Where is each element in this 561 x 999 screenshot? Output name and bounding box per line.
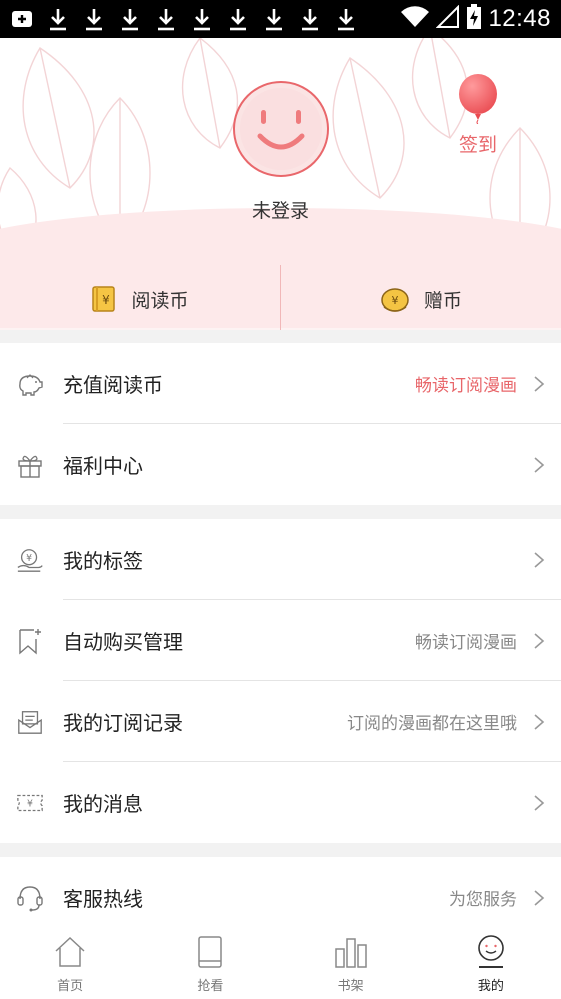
- profile-header: 未登录 签到 ¥ 阅读币 ¥ 赠币: [0, 38, 561, 330]
- coupon-icon: ¥: [16, 789, 44, 817]
- read-coin-button[interactable]: ¥ 阅读币: [0, 268, 280, 330]
- chevron-right-icon: [534, 713, 545, 730]
- menu-label: 客服热线: [63, 887, 143, 911]
- tab-label: 书架: [337, 979, 364, 994]
- download-icon: [334, 7, 358, 31]
- download-icon: [298, 7, 322, 31]
- yen-hand-icon: ¥: [16, 546, 44, 574]
- currency-row: ¥ 阅读币 ¥ 赠币: [0, 265, 561, 330]
- download-icon: [82, 7, 106, 31]
- menu-value: 订阅的漫画都在这里哦: [347, 714, 517, 734]
- menu-value: 畅读订阅漫画: [415, 633, 517, 653]
- gift-icon: [16, 451, 44, 479]
- menu-section-support: 客服热线 为您服务: [0, 857, 561, 933]
- menu-label: 充值阅读币: [63, 373, 163, 397]
- tab-label: 抢看: [197, 979, 224, 994]
- tab-label: 我的: [477, 979, 504, 994]
- menu-label: 我的标签: [63, 549, 143, 573]
- menu-label: 福利中心: [63, 454, 143, 478]
- download-icon: [46, 7, 70, 31]
- gift-coin-button[interactable]: ¥ 赠币: [281, 268, 561, 330]
- svg-text:¥: ¥: [26, 552, 32, 563]
- download-icon: [226, 7, 250, 31]
- envelope-icon: [16, 708, 44, 736]
- download-icon: [190, 7, 214, 31]
- tab-mine[interactable]: 我的: [421, 933, 561, 999]
- download-icon: [118, 7, 142, 31]
- gold-coin-icon: ¥: [381, 288, 409, 312]
- menu-label: 我的消息: [63, 792, 143, 816]
- menu-row-tags[interactable]: ¥ 我的标签: [0, 519, 561, 600]
- tab-preview[interactable]: 抢看: [140, 933, 280, 999]
- smiley-icon: [473, 933, 509, 971]
- menu-row-recharge[interactable]: 充值阅读币 畅读订阅漫画: [0, 343, 561, 424]
- bookshelf-icon: [333, 933, 369, 971]
- download-icon: [154, 7, 178, 31]
- svg-text:¥: ¥: [391, 294, 398, 307]
- chevron-right-icon: [534, 632, 545, 649]
- tab-bookshelf[interactable]: 书架: [281, 933, 421, 999]
- checkin-label: 签到: [458, 134, 497, 156]
- tab-label: 首页: [57, 979, 84, 994]
- headset-icon: [16, 884, 44, 912]
- bottom-tab-bar: 首页 抢看 书架 我的: [0, 933, 561, 999]
- chevron-right-icon: [534, 375, 545, 392]
- tab-home[interactable]: 首页: [0, 933, 140, 999]
- menu-row-messages[interactable]: ¥ 我的消息: [0, 762, 561, 843]
- checkin-button[interactable]: 签到: [452, 74, 504, 157]
- menu-label: 自动购买管理: [63, 630, 183, 654]
- bookmark-star-icon: [16, 627, 44, 655]
- read-coin-label: 阅读币: [131, 289, 189, 312]
- menu-value: 畅读订阅漫画: [415, 376, 517, 396]
- menu-section-wallet: 充值阅读币 畅读订阅漫画 福利中心: [0, 343, 561, 505]
- chevron-right-icon: [534, 551, 545, 568]
- chevron-right-icon: [534, 456, 545, 473]
- clock: 12:48: [488, 5, 551, 32]
- menu-row-welfare[interactable]: 福利中心: [0, 424, 561, 505]
- menu-value: 为您服务: [449, 890, 517, 910]
- menu-row-hotline[interactable]: 客服热线 为您服务: [0, 857, 561, 933]
- avatar[interactable]: [232, 80, 330, 178]
- signal-icon: [436, 4, 460, 33]
- battery-charging-icon: [466, 4, 482, 34]
- menu-section-account: ¥ 我的标签 自动购买管理 畅读订阅漫画 我的订阅记录 订阅的漫画都在这里哦 ¥…: [0, 519, 561, 843]
- balloon-icon: [459, 74, 497, 125]
- coin-book-icon: ¥: [92, 286, 116, 312]
- smiley-avatar-icon: [233, 81, 329, 177]
- menu-row-auto-purchase[interactable]: 自动购买管理 畅读订阅漫画: [0, 600, 561, 681]
- wifi-icon: [400, 5, 430, 33]
- piggy-bank-icon: [16, 370, 44, 398]
- menu-row-subscriptions[interactable]: 我的订阅记录 订阅的漫画都在这里哦: [0, 681, 561, 762]
- chevron-right-icon: [534, 889, 545, 906]
- download-icon: [262, 7, 286, 31]
- menu-label: 我的订阅记录: [63, 711, 183, 735]
- chevron-right-icon: [534, 794, 545, 811]
- book-icon: [192, 933, 228, 971]
- login-status[interactable]: 未登录: [0, 196, 561, 223]
- status-bar: 12:48: [0, 0, 561, 38]
- home-icon: [52, 933, 88, 971]
- notification-plus-icon: [10, 7, 34, 31]
- svg-text:¥: ¥: [27, 798, 33, 809]
- svg-text:¥: ¥: [103, 293, 111, 307]
- gift-coin-label: 赠币: [423, 289, 462, 312]
